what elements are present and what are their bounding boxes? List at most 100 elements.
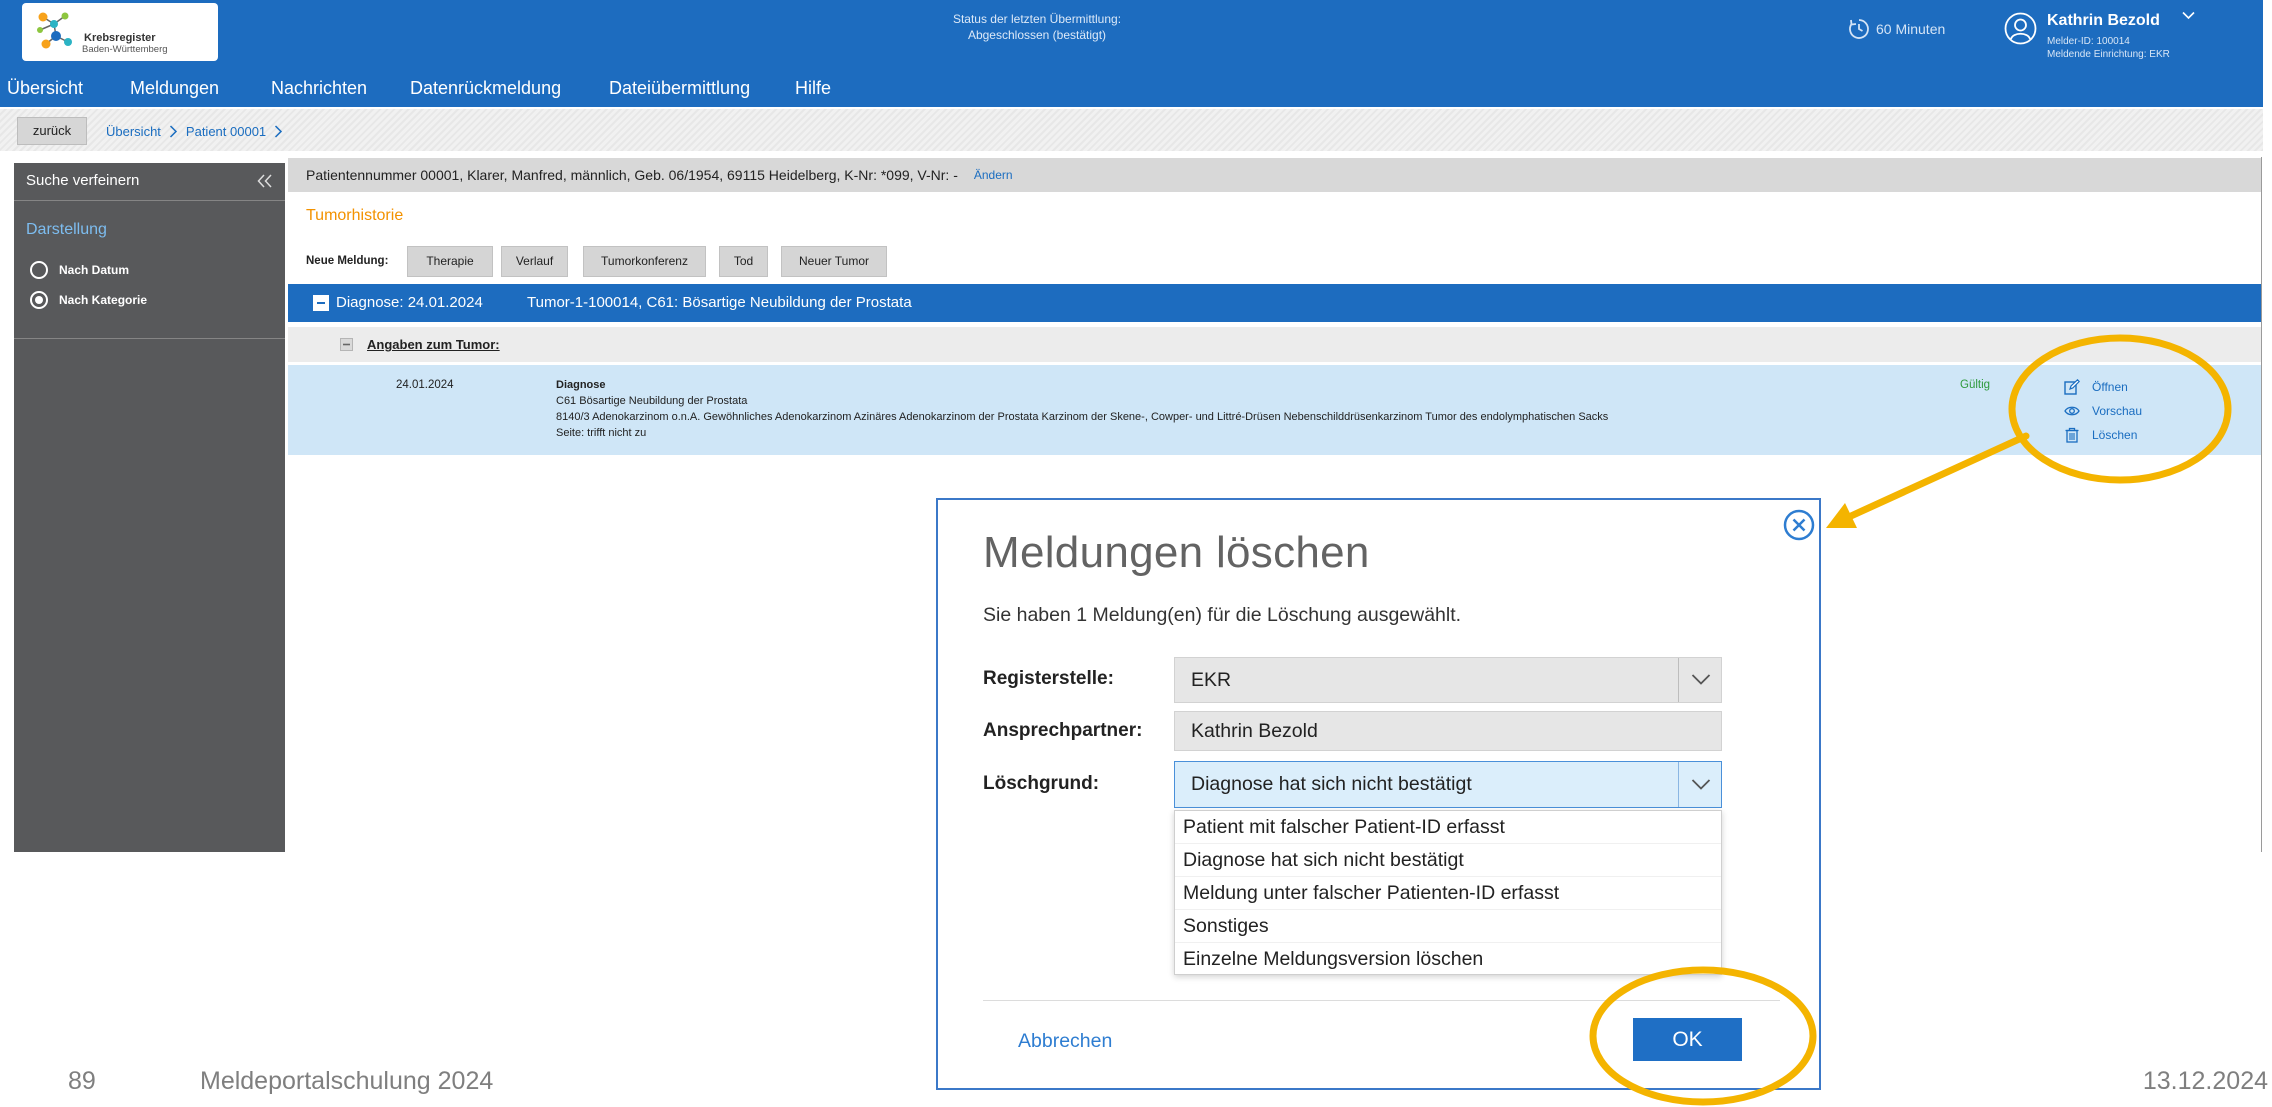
edit-patient-link[interactable]: Ändern	[974, 168, 1013, 182]
option-sonstiges[interactable]: Sonstiges	[1175, 910, 1721, 943]
registerstelle-value: EKR	[1191, 669, 1232, 691]
action-label[interactable]: Löschen	[2092, 423, 2137, 447]
registerstelle-select[interactable]: EKR	[1174, 657, 1722, 703]
loeschgrund-label: Löschgrund:	[983, 773, 1100, 794]
select-separator	[1678, 658, 1679, 702]
eye-icon[interactable]	[2064, 403, 2080, 419]
melder-id: Melder-ID: 100014	[2047, 36, 2130, 47]
delete-dialog: Meldungen löschen Sie haben 1 Meldung(en…	[936, 498, 1821, 1090]
radio-label-nach-datum[interactable]: Nach Datum	[59, 261, 129, 279]
meldung-line: Seite: trifft nicht zu	[556, 427, 647, 439]
new-tod-button[interactable]: Tod	[719, 246, 768, 277]
divider	[983, 1000, 1780, 1001]
transmission-status: Status der letzten Übermittlung: Abgesch…	[897, 11, 1177, 43]
tumor-title: Tumor-1-100014, C61: Bösartige Neubildun…	[527, 294, 912, 311]
chevron-down-icon[interactable]	[1691, 778, 1711, 791]
meldende-einrichtung: Meldende Einrichtung: EKR	[2047, 49, 2170, 60]
ansprechpartner-value: Kathrin Bezold	[1191, 720, 1318, 742]
logo-subtitle: Baden-Württemberg	[82, 44, 168, 55]
minus-box-icon[interactable]	[340, 338, 353, 351]
cancel-button[interactable]: Abbrechen	[1018, 1028, 1112, 1054]
action-oeffnen[interactable]: Öffnen	[2064, 375, 2194, 399]
action-loeschen[interactable]: Löschen	[2064, 423, 2194, 447]
meldung-row[interactable]: 24.01.2024 Diagnose C61 Bösartige Neubil…	[288, 365, 2261, 455]
neue-meldung-label: Neue Meldung:	[306, 255, 389, 267]
dialog-message: Sie haben 1 Meldung(en) für die Löschung…	[983, 604, 1462, 626]
meldung-date: 24.01.2024	[396, 379, 454, 391]
new-tumor-button[interactable]: Neuer Tumor	[781, 246, 887, 277]
close-circle-icon[interactable]	[1783, 509, 1815, 541]
option-meldung-falsche-patienten-id[interactable]: Meldung unter falscher Patienten-ID erfa…	[1175, 877, 1721, 910]
meldung-details: Diagnose C61 Bösartige Neubildung der Pr…	[556, 377, 1608, 441]
meldung-line: 8140/3 Adenokarzinom o.n.A. Gewöhnliches…	[556, 411, 1609, 423]
status-value: Abgeschlossen (bestätigt)	[967, 28, 1107, 42]
user-icon[interactable]	[2004, 12, 2037, 45]
meldung-type: Diagnose	[556, 379, 606, 391]
diagnose-group-header[interactable]: Diagnose: 24.01.2024 Tumor-1-100014, C61…	[288, 284, 2261, 322]
option-patient-falsche-id[interactable]: Patient mit falscher Patient-ID erfasst	[1175, 811, 1721, 844]
select-separator	[1678, 762, 1679, 807]
registerstelle-label: Registerstelle:	[983, 668, 1114, 689]
breadcrumb-item-uebersicht[interactable]: Übersicht	[106, 124, 161, 139]
status-badge: Gültig	[1960, 379, 1991, 391]
trash-icon[interactable]	[2064, 427, 2080, 443]
krebsregister-logo-icon	[37, 12, 72, 49]
minus-box-icon[interactable]	[313, 295, 329, 311]
user-name[interactable]: Kathrin Bezold	[2047, 11, 2160, 31]
nav-uebersicht[interactable]: Übersicht	[7, 75, 83, 101]
diagnose-date: Diagnose: 24.01.2024	[336, 294, 483, 311]
radio-label-nach-kategorie[interactable]: Nach Kategorie	[59, 291, 147, 309]
double-chevron-left-icon[interactable]	[257, 174, 273, 188]
ansprechpartner-field[interactable]: Kathrin Bezold	[1174, 711, 1722, 751]
new-therapie-button[interactable]: Therapie	[407, 246, 493, 277]
meldung-line: C61 Bösartige Neubildung der Prostata	[556, 395, 748, 407]
tumorhistorie-title: Tumorhistorie	[306, 207, 404, 224]
angaben-zum-tumor-row[interactable]: Angaben zum Tumor:	[288, 327, 2261, 362]
nav-dateiuebermittlung[interactable]: Dateiübermittlung	[609, 75, 750, 101]
chevron-down-icon[interactable]	[1691, 673, 1711, 686]
option-meldungsversion-loeschen[interactable]: Einzelne Meldungsversion löschen	[1175, 943, 1721, 976]
loeschgrund-select[interactable]: Diagnose hat sich nicht bestätigt	[1174, 761, 1722, 808]
divider	[14, 338, 285, 339]
patient-header: Patientennummer 00001, Klarer, Manfred, …	[288, 158, 2261, 192]
loeschgrund-value: Diagnose hat sich nicht bestätigt	[1191, 773, 1472, 795]
sidebar-section-darstellung: Darstellung	[26, 221, 107, 238]
clock-icon	[1849, 19, 1869, 39]
status-label: Status der letzten Übermittlung:	[952, 12, 1122, 26]
new-tumorkonferenz-button[interactable]: Tumorkonferenz	[583, 246, 706, 277]
option-diagnose-nicht-bestaetigt[interactable]: Diagnose hat sich nicht bestätigt	[1175, 844, 1721, 877]
dialog-title: Meldungen löschen	[983, 528, 1370, 577]
divider	[14, 200, 285, 201]
ansprechpartner-label: Ansprechpartner:	[983, 720, 1143, 741]
breadcrumb-bar: zurück Übersicht Patient 00001	[0, 109, 2263, 151]
breadcrumb: Übersicht Patient 00001	[106, 117, 283, 145]
sidebar: Suche verfeinern Darstellung Nach Datum …	[14, 163, 285, 852]
nav-meldungen[interactable]: Meldungen	[130, 75, 219, 101]
breadcrumb-item-patient[interactable]: Patient 00001	[186, 124, 266, 139]
action-label[interactable]: Öffnen	[2092, 375, 2128, 399]
angaben-zum-tumor-label[interactable]: Angaben zum Tumor:	[367, 327, 500, 362]
nav-datenrueckmeldung[interactable]: Datenrückmeldung	[410, 75, 561, 101]
patient-info: Patientennummer 00001, Klarer, Manfred, …	[306, 167, 958, 183]
slide-page-number: 89	[68, 1067, 96, 1095]
radio-nach-datum[interactable]	[30, 261, 48, 279]
action-label[interactable]: Vorschau	[2092, 399, 2142, 423]
back-button[interactable]: zurück	[17, 117, 87, 145]
radio-nach-kategorie[interactable]	[30, 291, 48, 309]
ok-button[interactable]: OK	[1633, 1018, 1742, 1061]
slide-date: 13.12.2024	[2142, 1067, 2268, 1095]
chevron-right-icon	[275, 124, 283, 138]
session-timer: 60 Minuten	[1876, 21, 1946, 37]
nav-nachrichten[interactable]: Nachrichten	[271, 75, 367, 101]
logo[interactable]: Krebsregister Baden-Württemberg	[22, 3, 218, 61]
action-vorschau[interactable]: Vorschau	[2064, 399, 2194, 423]
chevron-right-icon	[169, 124, 177, 138]
loeschgrund-options: Patient mit falscher Patient-ID erfasst …	[1174, 810, 1722, 975]
new-verlauf-button[interactable]: Verlauf	[501, 246, 568, 277]
logo-title: Krebsregister	[84, 32, 156, 44]
chevron-down-icon[interactable]	[2182, 11, 2195, 20]
edit-icon[interactable]	[2064, 379, 2080, 395]
app-header: Krebsregister Baden-Württemberg Status d…	[0, 0, 2263, 107]
nav-hilfe[interactable]: Hilfe	[795, 75, 831, 101]
slide-title: Meldeportalschulung 2024	[200, 1067, 494, 1095]
